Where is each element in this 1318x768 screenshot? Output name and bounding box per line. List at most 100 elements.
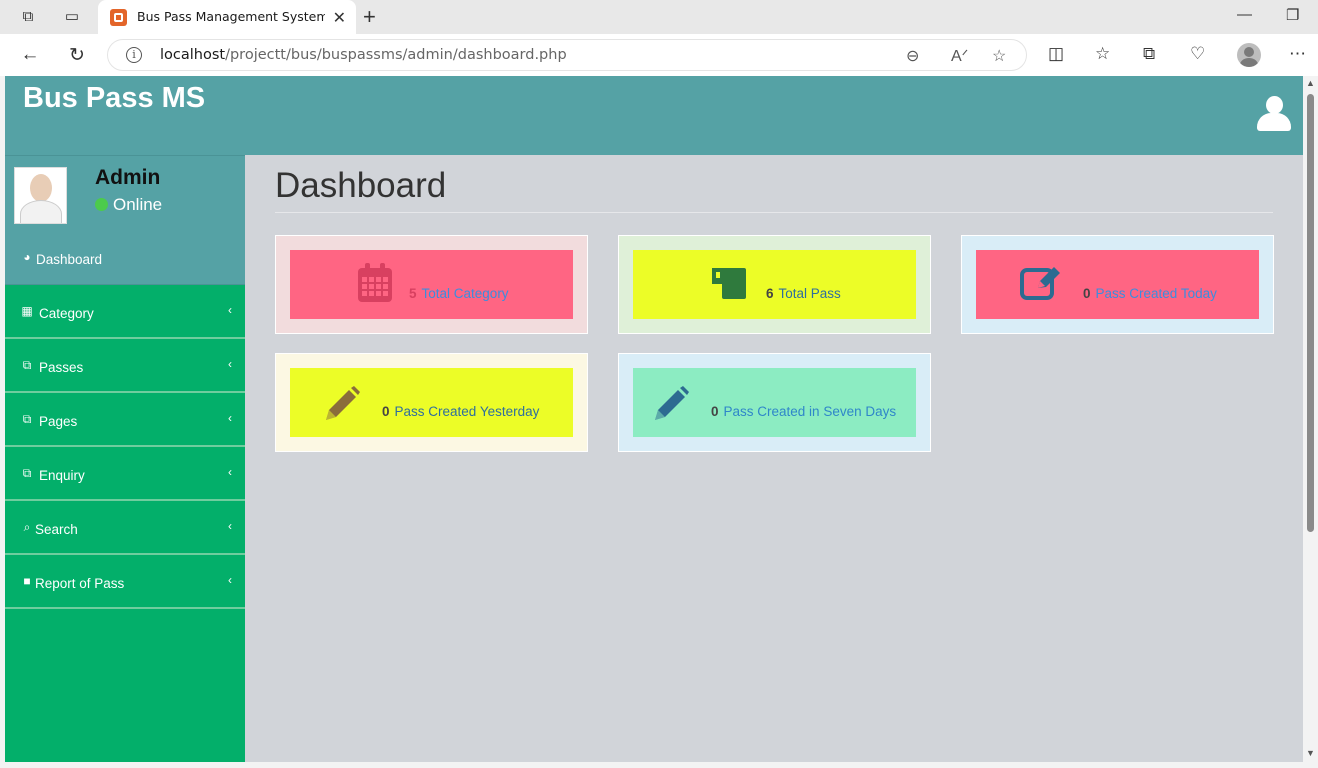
stat-count: 0 — [711, 404, 719, 419]
sidebar-item-search[interactable]: ⌕ Search ‹ — [5, 501, 245, 555]
scroll-down-icon[interactable]: ▼ — [1306, 748, 1315, 758]
stat-count: 5 — [409, 286, 417, 301]
sidebar: Admin Online ◕ Dashboard ▦ Category ‹ ⧉ … — [5, 155, 245, 762]
chevron-left-icon: ‹ — [228, 573, 232, 587]
dashboard-icon: ◕ — [23, 250, 31, 264]
chevron-left-icon: ‹ — [228, 411, 232, 425]
web-page: Bus Pass MS Admin Online ◕ Dashboard ▦ C… — [5, 76, 1303, 762]
scrollbar-thumb[interactable] — [1307, 94, 1314, 532]
sidebar-item-dashboard[interactable]: ◕ Dashboard — [5, 231, 245, 285]
xampp-favicon-icon — [110, 9, 127, 26]
profile-avatar-icon[interactable] — [1237, 43, 1261, 67]
title-divider — [275, 212, 1273, 213]
close-tab-icon[interactable]: ✕ — [333, 8, 346, 28]
split-screen-icon[interactable]: ◫ — [1048, 44, 1064, 64]
new-tab-icon[interactable]: + — [363, 4, 376, 30]
brand-title[interactable]: Bus Pass MS — [23, 82, 205, 115]
page-title: Dashboard — [275, 166, 447, 205]
stat-card-pass-created-yesterday[interactable]: 0 Pass Created Yesterday — [275, 353, 588, 452]
search-icon: ⌕ — [23, 520, 31, 534]
back-icon[interactable]: ← — [18, 44, 42, 66]
sidebar-item-report-of-pass[interactable]: ■ Report of Pass ‹ — [5, 555, 245, 609]
sidebar-item-label: Search — [35, 522, 78, 537]
url-text[interactable]: localhost/projectt/bus/buspassms/admin/d… — [160, 47, 567, 63]
collections-icon[interactable]: ⧉ — [1143, 44, 1155, 64]
user-icon[interactable] — [1257, 96, 1291, 132]
favorite-star-icon[interactable]: ☆ — [992, 46, 1006, 66]
chevron-left-icon: ‹ — [228, 303, 232, 317]
edit-icon — [1020, 267, 1060, 300]
stat-text: 5 Total Category — [409, 286, 509, 301]
stat-label[interactable]: Total Category — [422, 286, 509, 301]
browser-tab[interactable]: Bus Pass Management System | D ✕ — [98, 0, 356, 34]
stat-label[interactable]: Pass Created Yesterday — [395, 404, 540, 419]
status-label: Online — [113, 195, 163, 214]
stat-card-inner: 5 Total Category — [290, 250, 573, 319]
scroll-up-icon[interactable]: ▲ — [1306, 78, 1315, 88]
online-dot-icon — [95, 198, 108, 211]
stat-label[interactable]: Pass Created Today — [1096, 286, 1217, 301]
sidebar-item-label: Dashboard — [36, 252, 103, 267]
chevron-left-icon: ‹ — [228, 519, 232, 533]
stat-card-pass-created-seven-days[interactable]: 0 Pass Created in Seven Days — [618, 353, 931, 452]
url-path: /projectt/bus/buspassms/admin/dashboard.… — [225, 47, 567, 63]
chevron-left-icon: ‹ — [228, 465, 232, 479]
online-status: Online — [95, 195, 162, 215]
avatar — [14, 167, 67, 224]
stat-count: 0 — [382, 404, 390, 419]
stat-label[interactable]: Total Pass — [779, 286, 841, 301]
sidebar-item-passes[interactable]: ⧉ Passes ‹ — [5, 339, 245, 393]
user-profile-panel: Admin Online — [5, 155, 245, 231]
sidebar-item-label: Category — [39, 306, 94, 321]
refresh-icon[interactable]: ↻ — [65, 44, 89, 67]
stat-count: 6 — [766, 286, 774, 301]
sidebar-item-label: Passes — [39, 360, 84, 375]
chart-icon: ▦ — [21, 304, 33, 318]
pencil-icon — [326, 386, 360, 420]
top-header: Bus Pass MS — [5, 76, 1303, 155]
site-info-icon[interactable]: i — [126, 47, 142, 63]
favorites-icon[interactable]: ☆ — [1095, 44, 1110, 64]
stat-text: 0 Pass Created Today — [1083, 286, 1217, 301]
calendar-icon — [358, 263, 392, 302]
stat-card-inner: 6 Total Pass — [633, 250, 916, 319]
read-aloud-icon[interactable]: Aᐟ — [951, 46, 968, 66]
workspaces-icon[interactable]: ⧉ — [18, 7, 38, 27]
browser-toolbar: ← ↻ i localhost/projectt/bus/buspassms/a… — [0, 34, 1318, 76]
minimize-icon[interactable]: — — [1237, 6, 1252, 23]
tab-actions-icon[interactable]: ▭ — [62, 7, 82, 27]
files-icon: ⧉ — [22, 466, 32, 480]
browser-essentials-icon[interactable]: ♡ — [1190, 44, 1205, 64]
main-content: Dashboard 5 Total Category 6 Total Pass … — [245, 155, 1303, 762]
browser-tab-strip: ⧉ ▭ Bus Pass Management System | D ✕ + —… — [0, 0, 1318, 34]
zoom-out-icon[interactable]: ⊖ — [906, 46, 919, 66]
stat-count: 0 — [1083, 286, 1091, 301]
sidebar-item-pages[interactable]: ⧉ Pages ‹ — [5, 393, 245, 447]
stat-card-inner: 0 Pass Created Today — [976, 250, 1259, 319]
sidebar-item-label: Report of Pass — [35, 576, 125, 591]
files-icon: ⧉ — [22, 412, 32, 426]
sidebar-item-label: Pages — [39, 414, 78, 429]
sidebar-item-enquiry[interactable]: ⧉ Enquiry ‹ — [5, 447, 245, 501]
page-scrollbar[interactable]: ▲ ▼ — [1303, 76, 1318, 762]
mug-icon — [712, 268, 746, 299]
address-bar[interactable]: i localhost/projectt/bus/buspassms/admin… — [107, 39, 1027, 71]
folder-icon: ■ — [23, 574, 31, 588]
stat-card-total-category[interactable]: 5 Total Category — [275, 235, 588, 334]
restore-icon[interactable]: ❐ — [1286, 6, 1299, 24]
stat-text: 0 Pass Created in Seven Days — [711, 404, 896, 419]
more-options-icon[interactable]: ⋯ — [1289, 44, 1306, 64]
stat-label[interactable]: Pass Created in Seven Days — [724, 404, 897, 419]
sidebar-item-label: Enquiry — [39, 468, 85, 483]
tab-title: Bus Pass Management System | D — [137, 9, 325, 24]
url-host: localhost — [160, 47, 226, 63]
files-icon: ⧉ — [22, 358, 32, 372]
sidebar-item-category[interactable]: ▦ Category ‹ — [5, 285, 245, 339]
stat-card-inner: 0 Pass Created in Seven Days — [633, 368, 916, 437]
stat-text: 0 Pass Created Yesterday — [382, 404, 539, 419]
stat-card-inner: 0 Pass Created Yesterday — [290, 368, 573, 437]
stat-card-total-pass[interactable]: 6 Total Pass — [618, 235, 931, 334]
pencil-icon — [655, 386, 689, 420]
chevron-left-icon: ‹ — [228, 357, 232, 371]
stat-card-pass-created-today[interactable]: 0 Pass Created Today — [961, 235, 1274, 334]
